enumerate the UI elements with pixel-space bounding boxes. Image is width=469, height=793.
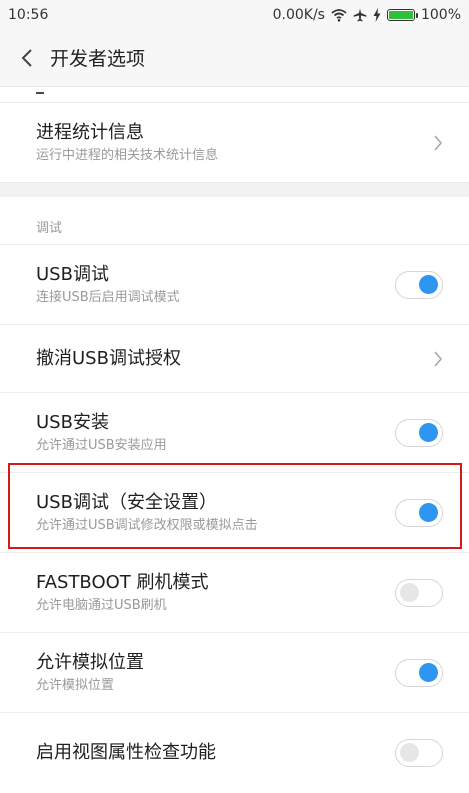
item-summary: 允许通过USB调试修改权限或模拟点击 <box>36 517 258 533</box>
settings-item-mock-location[interactable]: 允许模拟位置 允许模拟位置 <box>0 633 469 713</box>
item-label: FASTBOOT 刷机模式 <box>36 571 209 593</box>
item-label: 启用视图属性检查功能 <box>36 742 216 763</box>
item-summary: 连接USB后启用调试模式 <box>36 289 180 305</box>
settings-item-usb-debugging[interactable]: USB调试 连接USB后启用调试模式 <box>0 245 469 325</box>
item-label: USB调试 <box>36 263 109 285</box>
chevron-left-icon <box>21 48 32 67</box>
section-title: 调试 <box>36 221 63 236</box>
settings-item-usb-debugging-security[interactable]: USB调试（安全设置） 允许通过USB调试修改权限或模拟点击 <box>0 473 469 553</box>
status-bar: 10:56 0.00K/s 100% <box>0 0 469 29</box>
wifi-icon <box>331 8 347 22</box>
settings-item-view-attribute-inspection[interactable]: 启用视图属性检查功能 <box>0 713 469 793</box>
usb-debugging-security-toggle[interactable] <box>395 498 443 527</box>
item-label: 进程统计信息 <box>36 121 144 143</box>
item-summary: 运行中进程的相关技术统计信息 <box>36 147 219 163</box>
section-divider <box>0 183 469 197</box>
settings-item-usb-install[interactable]: USB安装 允许通过USB安装应用 <box>0 393 469 473</box>
charging-icon <box>373 7 381 22</box>
settings-item-fastboot[interactable]: FASTBOOT 刷机模式 允许电脑通过USB刷机 <box>0 553 469 633</box>
item-label: USB安装 <box>36 411 109 433</box>
battery-level: 100% <box>420 6 461 23</box>
chevron-right-icon <box>434 350 443 367</box>
status-icons: 0.00K/s 100% <box>273 7 461 23</box>
airplane-icon <box>353 8 367 21</box>
usb-install-toggle[interactable] <box>395 418 443 447</box>
partial-item <box>0 87 469 103</box>
back-button[interactable] <box>6 48 48 68</box>
chevron-right-icon <box>434 134 443 151</box>
fastboot-toggle[interactable] <box>395 578 443 607</box>
network-speed: 0.00K/s <box>272 6 325 23</box>
mock-location-toggle[interactable] <box>395 658 443 687</box>
item-summary: 允许电脑通过USB刷机 <box>36 597 167 613</box>
settings-list[interactable]: 进程统计信息 运行中进程的相关技术统计信息 调试 USB调试 连接USB后启用调… <box>0 87 469 793</box>
settings-item-process-stats[interactable]: 进程统计信息 运行中进程的相关技术统计信息 <box>0 103 469 183</box>
title-bar: 开发者选项 <box>0 29 469 87</box>
settings-item-revoke-usb-auth[interactable]: 撤消USB调试授权 <box>0 325 469 393</box>
page-title: 开发者选项 <box>50 48 146 70</box>
item-label: 撤消USB调试授权 <box>36 347 181 369</box>
status-time: 10:56 <box>8 6 49 23</box>
item-label: 允许模拟位置 <box>36 651 144 673</box>
view-attribute-toggle[interactable] <box>395 739 443 767</box>
item-label: USB调试（安全设置） <box>36 491 217 513</box>
item-summary: 允许通过USB安装应用 <box>36 437 167 453</box>
battery-icon <box>386 8 418 21</box>
section-header-debug: 调试 <box>0 197 469 245</box>
item-summary: 允许模拟位置 <box>36 677 115 693</box>
usb-debugging-toggle[interactable] <box>395 270 443 299</box>
